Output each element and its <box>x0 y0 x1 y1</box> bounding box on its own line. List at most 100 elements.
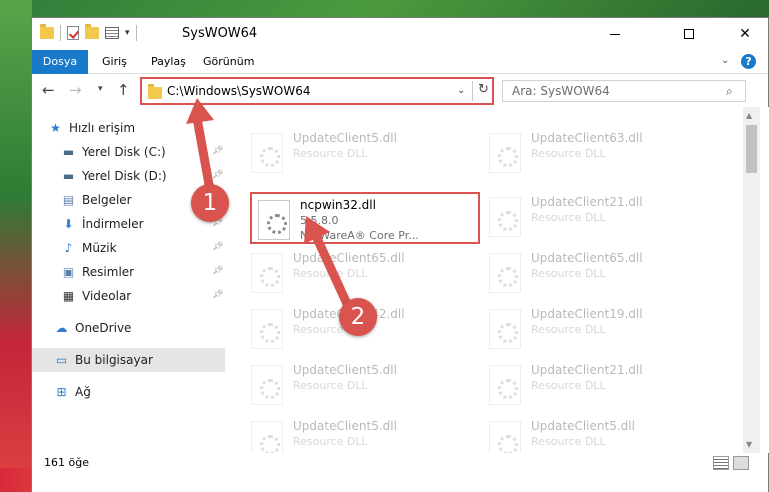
computer-icon: ▭ <box>55 353 68 367</box>
address-path[interactable]: C:\Windows\SysWOW64 <box>167 84 311 98</box>
properties-check-icon[interactable] <box>67 26 79 40</box>
file-type: Resource DLL <box>531 267 606 280</box>
rename-icon[interactable] <box>105 27 119 39</box>
pin-icon[interactable]: 📌︎ <box>212 242 223 252</box>
expand-ribbon-chevron-icon[interactable]: ⌄ <box>721 55 729 66</box>
sidebar-item-music[interactable]: ♪ Müzik 📌︎ <box>32 236 225 260</box>
address-bar[interactable]: C:\Windows\SysWOW64 ⌄ ↻ <box>140 77 494 105</box>
documents-icon: ▤ <box>62 193 75 207</box>
list-item[interactable]: UpdateClient21.dll Resource DLL <box>483 359 713 411</box>
list-item[interactable]: UpdateClient21.dll Resource DLL <box>483 191 713 243</box>
sidebar-item-local-disk-d[interactable]: ▬ Yerel Disk (D:) 📌︎ <box>32 164 225 188</box>
forward-arrow-icon[interactable]: → <box>69 81 82 99</box>
sidebar-item-quick-access[interactable]: ★ Hızlı erişim <box>32 116 225 140</box>
refresh-icon[interactable]: ↻ <box>478 82 489 97</box>
help-icon[interactable]: ? <box>741 54 756 69</box>
folder-icon[interactable] <box>40 24 54 39</box>
sidebar-item-onedrive[interactable]: ☁ OneDrive <box>32 316 225 340</box>
download-icon: ⬇ <box>63 217 74 231</box>
list-item[interactable]: UpdateClient65.dll Resource DLL <box>483 247 713 299</box>
file-type: Resource DLL <box>293 435 368 448</box>
customize-toolbar-chevron-icon[interactable]: ▾ <box>125 28 130 38</box>
file-name: UpdateClient19.dll <box>531 307 643 321</box>
file-name: UpdateClient21.dll <box>531 363 643 377</box>
file-name: UpdateClient5.dll <box>293 131 397 145</box>
file-list: UpdateClient5.dll Resource DLL ncpwin32.… <box>225 107 769 461</box>
status-bar: 161 öğe <box>32 453 768 492</box>
list-item[interactable]: UpdateClient5.dll Resource DLL <box>245 127 475 179</box>
pictures-icon: ▣ <box>62 265 75 279</box>
minimize-button[interactable] <box>592 18 638 50</box>
pin-icon[interactable]: 📌︎ <box>212 266 223 276</box>
ribbon-tabs: Dosya Giriş Paylaş Görünüm ⌄ ? <box>32 50 768 74</box>
list-item-selected[interactable]: ncpwin32.dll 5.5.8.0 NetWareA® Core Pr..… <box>250 192 480 244</box>
sidebar-item-network[interactable]: ⊞ Ağ <box>32 380 225 404</box>
dll-file-icon <box>489 365 521 405</box>
file-type: Resource DLL <box>531 211 606 224</box>
sidebar-item-label: Bu bilgisayar <box>75 353 153 367</box>
large-icons-view-icon[interactable] <box>733 456 749 470</box>
back-arrow-icon[interactable]: ← <box>42 81 55 99</box>
file-type: Resource DLL <box>293 147 368 160</box>
quick-access-toolbar: ▾ <box>40 24 137 41</box>
scroll-down-arrow-icon[interactable]: ▼ <box>746 440 752 449</box>
file-explorer-window: ▾ SysWOW64 ✕ Dosya Giriş Paylaş Görünüm … <box>31 17 769 492</box>
sidebar-item-label: İndirmeler <box>82 217 144 231</box>
sidebar-item-this-pc[interactable]: ▭ Bu bilgisayar <box>32 348 225 372</box>
vertical-scrollbar[interactable]: ▲ ▼ <box>743 107 760 453</box>
star-icon: ★ <box>50 121 61 135</box>
sidebar-item-label: Ağ <box>75 385 91 399</box>
pin-icon[interactable]: 📌︎ <box>212 170 223 180</box>
tab-file[interactable]: Dosya <box>32 50 88 74</box>
list-item[interactable]: UpdateClient19.dll Resource DLL <box>483 303 713 355</box>
videos-icon: ▦ <box>62 289 75 303</box>
cloud-icon: ☁ <box>55 321 68 335</box>
tab-view[interactable]: Görünüm <box>203 50 254 74</box>
dll-file-icon <box>489 309 521 349</box>
file-type: Resource DLL <box>531 323 606 336</box>
sidebar-item-label: Belgeler <box>82 193 132 207</box>
sidebar-item-local-disk-c[interactable]: ▬ Yerel Disk (C:) 📌︎ <box>32 140 225 164</box>
close-button[interactable]: ✕ <box>722 18 768 50</box>
network-icon: ⊞ <box>56 385 67 399</box>
desktop-wallpaper <box>0 0 32 492</box>
list-item[interactable]: UpdateClient65.dll Resource DLL <box>245 247 475 299</box>
list-item[interactable]: UpdateClient5.dll Resource DLL <box>245 359 475 411</box>
maximize-button[interactable] <box>666 18 712 50</box>
file-name: UpdateClient21.dll <box>531 195 643 209</box>
sidebar-item-label: Videolar <box>82 289 132 303</box>
file-name: ncpwin32.dll <box>300 198 376 212</box>
address-divider <box>472 81 473 101</box>
tab-share[interactable]: Paylaş <box>151 50 186 74</box>
tab-home[interactable]: Giriş <box>102 50 127 74</box>
window-title: SysWOW64 <box>182 26 258 41</box>
pin-icon[interactable]: 📌︎ <box>212 146 223 156</box>
scroll-up-arrow-icon[interactable]: ▲ <box>746 111 752 120</box>
address-dropdown-chevron-icon[interactable]: ⌄ <box>457 85 465 96</box>
file-name: UpdateClient5.dll <box>293 419 397 433</box>
search-input[interactable]: Ara: SysWOW64 ⌕ <box>502 80 746 102</box>
sidebar-item-label: Hızlı erişim <box>69 121 136 135</box>
sidebar-item-label: OneDrive <box>75 321 132 335</box>
file-type: Resource DLL <box>293 267 368 280</box>
list-item[interactable]: UpdateClient63.dll Resource DLL <box>483 127 713 179</box>
dll-file-icon <box>489 197 521 237</box>
sidebar-item-label: Yerel Disk (D:) <box>82 169 167 183</box>
annotation-step-1: 1 <box>191 184 229 222</box>
file-name: UpdateClient5.dll <box>293 363 397 377</box>
details-view-icon[interactable] <box>713 456 729 470</box>
dll-file-icon <box>251 309 283 349</box>
up-arrow-icon[interactable]: ↑ <box>117 81 130 99</box>
scroll-thumb[interactable] <box>746 125 757 173</box>
file-type: Resource DLL <box>531 379 606 392</box>
file-type: Resource DLL <box>531 435 606 448</box>
file-type: Resource DLL <box>531 147 606 160</box>
drive-icon: ▬ <box>62 169 75 183</box>
pin-icon[interactable]: 📌︎ <box>212 290 223 300</box>
recent-locations-chevron-icon[interactable]: ▾ <box>98 84 103 94</box>
sidebar-item-pictures[interactable]: ▣ Resimler 📌︎ <box>32 260 225 284</box>
sidebar-item-videos[interactable]: ▦ Videolar 📌︎ <box>32 284 225 308</box>
search-icon[interactable]: ⌕ <box>726 84 733 99</box>
dll-file-icon <box>489 133 521 173</box>
new-folder-icon[interactable] <box>85 24 99 39</box>
